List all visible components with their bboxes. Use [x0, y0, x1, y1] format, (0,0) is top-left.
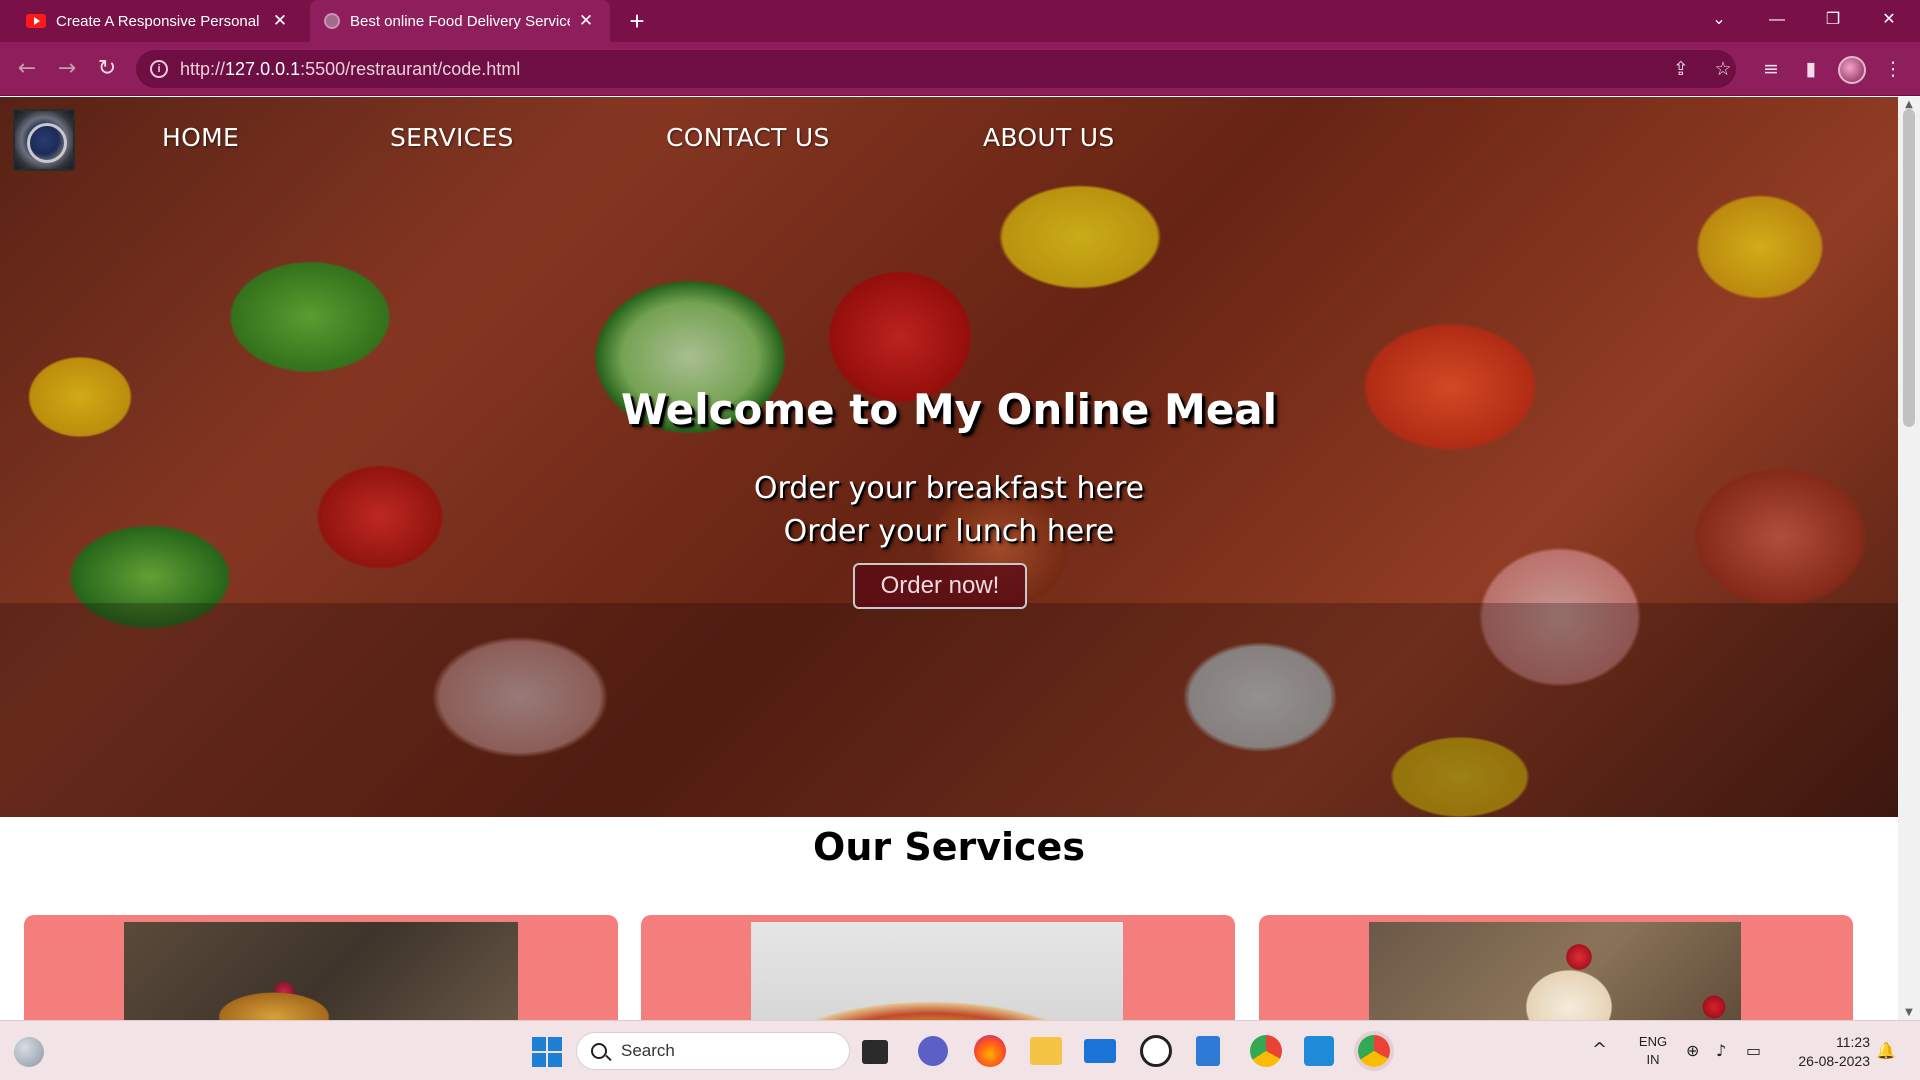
page-scrollbar[interactable]: ▲ ▼ — [1898, 97, 1920, 1020]
battery-icon[interactable]: ▭ — [1746, 1041, 1761, 1060]
new-tab-button[interactable]: + — [622, 6, 652, 36]
nav-services-link[interactable]: SERVICES — [390, 123, 514, 152]
lang-code: ENG — [1638, 1034, 1668, 1049]
dell-icon[interactable] — [1140, 1035, 1172, 1067]
close-tab-icon[interactable]: ✕ — [270, 11, 290, 31]
url-host: 127.0.0.1 — [225, 58, 301, 79]
hero-title: Welcome to My Online Meal — [620, 385, 1278, 434]
tab-title: Best online Food Delivery Service — [350, 12, 570, 30]
service-card-pizza[interactable] — [641, 915, 1235, 1020]
tab-youtube[interactable]: Create A Responsive Personal PO ✕ — [12, 0, 304, 42]
nav-home-link[interactable]: HOME — [162, 123, 239, 152]
nav-about-link[interactable]: ABOUT US — [983, 123, 1115, 152]
back-arrow-icon[interactable]: ← — [10, 52, 44, 86]
tab-food-delivery[interactable]: Best online Food Delivery Service ✕ — [310, 0, 610, 42]
tab-search-chevron-icon[interactable]: ⌄ — [1694, 0, 1744, 42]
clock-time: 11:23 — [1836, 1034, 1870, 1050]
firefox-icon[interactable] — [974, 1035, 1006, 1067]
nav-contact-link[interactable]: CONTACT US — [666, 123, 830, 152]
site-navbar: HOME SERVICES CONTACT US ABOUT US — [0, 97, 1898, 177]
file-explorer-icon[interactable] — [1030, 1037, 1062, 1065]
close-tab-icon[interactable]: ✕ — [576, 11, 596, 31]
menu-kebab-icon[interactable]: ⋮ — [1878, 54, 1908, 84]
site-info-icon[interactable]: i — [150, 60, 168, 78]
pizza-photo — [751, 922, 1123, 1020]
vscode-icon[interactable] — [1304, 1036, 1334, 1066]
mail-icon[interactable] — [1084, 1039, 1116, 1063]
side-panel-icon[interactable]: ▮ — [1796, 54, 1826, 84]
notification-bell-icon[interactable]: 🔔 — [1876, 1041, 1896, 1060]
region-code: IN — [1646, 1052, 1660, 1067]
chrome-icon[interactable] — [1250, 1035, 1282, 1067]
show-hidden-icons-chevron[interactable]: ^ — [1592, 1039, 1607, 1060]
windows-start-icon[interactable] — [528, 1033, 564, 1069]
restore-button[interactable]: ❐ — [1808, 0, 1858, 42]
tab-title: Create A Responsive Personal PO — [56, 12, 264, 30]
scroll-down-arrow-icon[interactable]: ▼ — [1898, 1007, 1920, 1018]
weather-widget-icon[interactable] — [14, 1037, 44, 1067]
network-icon[interactable]: ⊕ — [1686, 1041, 1699, 1060]
taskbar-search-box[interactable]: Search — [576, 1032, 850, 1070]
globe-icon — [324, 13, 340, 29]
chrome-profile-active-icon[interactable] — [1358, 1035, 1390, 1067]
service-card-dessert[interactable] — [1259, 915, 1853, 1020]
pancakes-photo — [124, 922, 518, 1020]
service-card-breakfast[interactable] — [24, 915, 618, 1020]
forward-arrow-icon[interactable]: → — [50, 52, 84, 86]
dessert-photo — [1369, 922, 1741, 1020]
clock-date: 26-08-2023 — [1798, 1053, 1870, 1069]
search-icon — [591, 1043, 607, 1059]
browser-tab-bar: Create A Responsive Personal PO ✕ Best o… — [0, 0, 1920, 42]
address-bar[interactable]: i http://127.0.0.1:5500/restraurant/code… — [136, 50, 1736, 88]
hero-tagline-lunch: Order your lunch here — [783, 514, 1115, 549]
search-placeholder: Search — [621, 1041, 675, 1060]
bookmark-star-icon[interactable]: ☆ — [1708, 54, 1738, 84]
notepad-icon[interactable] — [1196, 1036, 1220, 1066]
youtube-icon — [26, 14, 46, 28]
reading-list-icon[interactable]: ≡ — [1756, 54, 1786, 84]
task-view-icon[interactable] — [862, 1040, 888, 1064]
minimize-button[interactable]: — — [1752, 0, 1802, 42]
volume-icon[interactable]: ♪ — [1716, 1041, 1726, 1060]
reload-icon[interactable]: ↻ — [90, 52, 124, 86]
windows-taskbar: Search ^ ENG IN ⊕ ♪ ▭ 11:23 26-08-2023 🔔 — [0, 1020, 1920, 1080]
scrollbar-thumb[interactable] — [1903, 109, 1915, 427]
input-language-indicator[interactable]: ENG IN — [1636, 1033, 1670, 1069]
url-prefix: http:// — [180, 58, 226, 79]
page-viewport: HOME SERVICES CONTACT US ABOUT US Welcom… — [0, 97, 1898, 1020]
services-heading: Our Services — [813, 825, 1085, 869]
hero-tagline-breakfast: Order your breakfast here — [753, 471, 1145, 506]
hero-overlay-band — [0, 603, 1898, 817]
close-window-button[interactable]: ✕ — [1864, 0, 1914, 42]
share-icon[interactable]: ⇪ — [1666, 54, 1696, 84]
system-clock[interactable]: 11:23 26-08-2023 — [1780, 1033, 1870, 1071]
url-path: :5500/restraurant/code.html — [300, 58, 521, 79]
site-logo[interactable] — [13, 109, 75, 171]
teams-chat-icon[interactable] — [918, 1036, 948, 1066]
browser-toolbar: ← → ↻ i http://127.0.0.1:5500/restrauran… — [0, 42, 1920, 96]
order-now-button[interactable]: Order now! — [853, 563, 1027, 609]
profile-avatar[interactable] — [1838, 56, 1866, 84]
